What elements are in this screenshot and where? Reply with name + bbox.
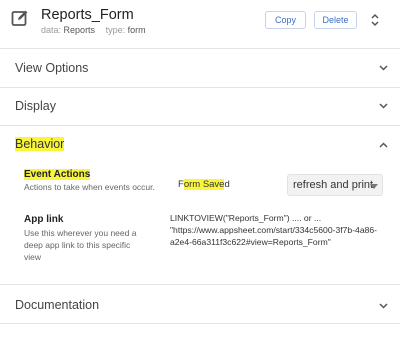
section-label: View Options <box>15 61 89 75</box>
section-display[interactable]: Display <box>0 88 400 126</box>
type-label: type: <box>105 25 126 35</box>
chevron-up-icon[interactable] <box>379 142 388 148</box>
section-label: Display <box>15 99 56 113</box>
section-view-options[interactable]: View Options <box>0 50 400 88</box>
data-value: Reports <box>63 25 96 35</box>
chevron-down-icon <box>379 65 388 71</box>
section-behavior-label[interactable]: Behavior <box>15 137 65 151</box>
action-select[interactable]: refresh and print <box>287 174 383 196</box>
copy-button[interactable]: Copy <box>265 11 306 29</box>
view-meta: data: Reports type: form <box>41 25 146 35</box>
data-label: data: <box>41 25 62 35</box>
view-title: Reports_Form <box>41 7 134 23</box>
event-actions-description: Actions to take when events occur. <box>24 182 155 192</box>
divider <box>0 125 400 126</box>
type-value: form <box>127 25 146 35</box>
app-link-description: Use this wherever you need a deep app li… <box>24 228 137 262</box>
view-header: Reports_Form data: Reports type: form Co… <box>0 0 400 46</box>
chevron-down-icon[interactable] <box>379 303 388 309</box>
app-link-title: App link <box>24 214 64 225</box>
action-select-value: refresh and print <box>293 179 374 191</box>
divider <box>0 284 400 285</box>
divider <box>0 323 400 324</box>
event-name: Form Saved <box>178 179 230 190</box>
section-documentation-label[interactable]: Documentation <box>15 298 99 312</box>
event-action-row: Form Saved refresh and print <box>170 168 388 202</box>
expand-collapse-icon[interactable] <box>370 12 380 28</box>
delete-button[interactable]: Delete <box>314 11 357 29</box>
divider <box>0 48 400 49</box>
app-link-value[interactable]: LINKTOVIEW("Reports_Form") .... or ... "… <box>170 212 390 248</box>
chevron-down-icon <box>379 103 388 109</box>
event-actions-title: Event Actions <box>24 169 91 180</box>
edit-icon[interactable] <box>11 9 29 27</box>
dropdown-arrow-icon <box>370 184 378 189</box>
